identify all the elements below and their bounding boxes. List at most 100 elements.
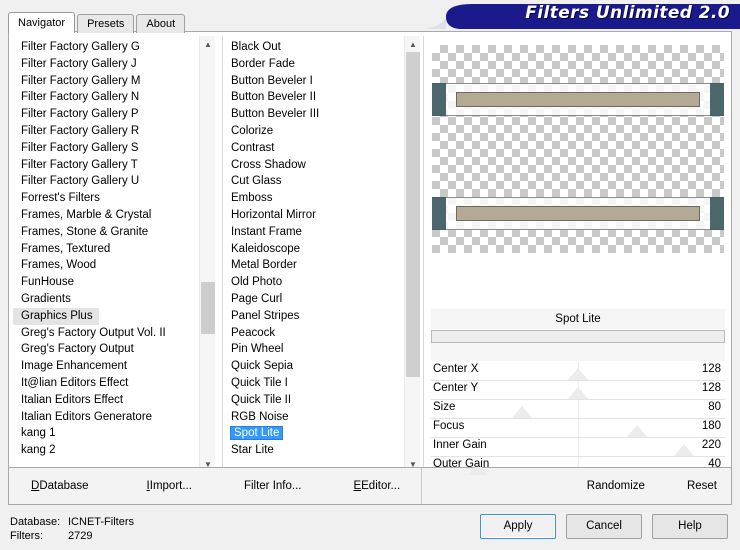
tab-about[interactable]: About — [136, 14, 186, 33]
filter-list-item[interactable]: Black Out — [223, 39, 403, 56]
filter-list-item[interactable]: Button Beveler III — [223, 106, 403, 123]
category-list-item[interactable]: Frames, Wood — [13, 257, 198, 274]
chevron-up-icon[interactable]: ▲ — [405, 36, 420, 52]
slider-thumb[interactable] — [511, 406, 534, 418]
apply-button[interactable]: Apply — [480, 514, 556, 539]
category-list-item[interactable]: FunHouse — [13, 274, 198, 291]
slider-center-tick — [578, 438, 579, 456]
filter-list-scrollbar[interactable]: ▲ ▼ — [404, 36, 420, 472]
category-list-item[interactable]: kang 1 — [13, 425, 198, 442]
reset-button[interactable]: Reset — [687, 480, 717, 492]
category-list-item[interactable]: Italian Editors Effect — [13, 392, 198, 409]
parameter-sliders: Center X 128 Center Y 128 Size 80 Focus 180 Inne… — [431, 362, 725, 476]
filter-list-item[interactable]: Border Fade — [223, 56, 403, 73]
category-list-item[interactable]: Filter Factory Gallery N — [13, 89, 198, 106]
filter-list-item[interactable]: RGB Noise — [223, 409, 403, 426]
randomize-button[interactable]: Randomize — [587, 480, 645, 492]
scrollbar-thumb[interactable] — [201, 282, 215, 334]
filter-list-item[interactable]: Quick Sepia — [223, 358, 403, 375]
filter-list[interactable]: Black Out Border Fade Button Beveler I Butt… — [223, 36, 403, 472]
filter-list-item[interactable]: Metal Border — [223, 257, 403, 274]
category-list-item[interactable]: Forrest's Filters — [13, 190, 198, 207]
filter-list-item[interactable]: Star Lite — [223, 442, 403, 459]
category-list-item[interactable]: Italian Editors Generatore — [13, 409, 198, 426]
category-list-item[interactable]: Image Enhancement — [13, 358, 198, 375]
filter-list-item[interactable]: Spot Lite — [223, 425, 403, 442]
category-list-item-label: Frames, Stone & Granite — [21, 225, 149, 238]
preview-band-cap-right — [710, 83, 724, 116]
help-button[interactable]: Help — [652, 514, 728, 539]
preview-band-top — [432, 83, 724, 116]
category-list-item[interactable]: Filter Factory Gallery R — [13, 123, 198, 140]
database-button[interactable]: DDatabase — [31, 480, 89, 492]
filter-list-item[interactable]: Peacock — [223, 325, 403, 342]
category-list-item[interactable]: Graphics Plus — [13, 307, 99, 325]
category-list-item[interactable]: Filter Factory Gallery U — [13, 173, 198, 190]
category-list-item[interactable]: kang 2 — [13, 442, 198, 459]
chevron-up-icon[interactable]: ▲ — [200, 36, 215, 52]
category-list-item[interactable]: Filter Factory Gallery M — [13, 73, 198, 90]
app-title: Filters Unlimited 2.0 — [525, 3, 730, 23]
filter-list-item[interactable]: Cross Shadow — [223, 157, 403, 174]
category-list-scrollbar[interactable]: ▲ ▼ — [199, 36, 215, 472]
tab-navigator[interactable]: Navigator — [8, 12, 76, 33]
category-list-item-label: Italian Editors Effect — [21, 393, 124, 406]
filter-list-item[interactable]: Old Photo — [223, 274, 403, 291]
filter-list-item[interactable]: Cut Glass — [223, 173, 403, 190]
filter-list-item-label: Button Beveler II — [231, 91, 317, 104]
filters-unlimited-window: Filters Unlimited 2.0 Navigator Presets … — [0, 0, 740, 550]
filter-list-item[interactable]: Contrast — [223, 140, 403, 157]
slider-thumb[interactable] — [567, 368, 589, 380]
category-list-item[interactable]: It@lian Editors Effect — [13, 375, 198, 392]
slider-thumb[interactable] — [672, 444, 695, 456]
slider-label: Size — [433, 401, 456, 413]
category-list-item[interactable]: Filter Factory Gallery P — [13, 106, 198, 123]
slider-row[interactable]: Inner Gain 220 — [431, 438, 725, 457]
filter-list-item[interactable]: Pin Wheel — [223, 341, 403, 358]
filter-list-item[interactable]: Panel Stripes — [223, 308, 403, 325]
filter-list-item[interactable]: Page Curl — [223, 291, 403, 308]
preview-band-bottom — [432, 197, 724, 230]
category-list-item[interactable]: Greg's Factory Output Vol. II — [13, 325, 198, 342]
filter-list-item[interactable]: Button Beveler II — [223, 89, 403, 106]
filter-list-item[interactable]: Instant Frame — [223, 224, 403, 241]
filter-info-button[interactable]: Filter Info... — [244, 480, 302, 492]
category-list[interactable]: Filter Factory Gallery G Filter Factory G… — [13, 36, 198, 472]
category-list-item[interactable]: Greg's Factory Output — [13, 341, 198, 358]
status-info: Database: ICNET-Filters Filters: 2729 — [10, 515, 134, 543]
slider-row[interactable]: Center Y 128 — [431, 381, 725, 400]
filter-list-item[interactable]: Button Beveler I — [223, 73, 403, 90]
slider-thumb[interactable] — [567, 387, 589, 399]
import-button[interactable]: IImport... — [147, 480, 192, 492]
filter-list-item[interactable]: Emboss — [223, 190, 403, 207]
category-list-item[interactable]: Gradients — [13, 291, 198, 308]
category-list-item[interactable]: Frames, Textured — [13, 241, 198, 258]
preview-band-cap-left — [432, 83, 446, 116]
tabstrip: Navigator Presets About — [8, 12, 187, 33]
category-list-item[interactable]: Frames, Marble & Crystal — [13, 207, 198, 224]
filter-list-item[interactable]: Colorize — [223, 123, 403, 140]
filter-list-item[interactable]: Horizontal Mirror — [223, 207, 403, 224]
category-list-item[interactable]: Filter Factory Gallery G — [13, 39, 198, 56]
cancel-button[interactable]: Cancel — [566, 514, 642, 539]
filter-list-item-label: Star Lite — [231, 444, 274, 457]
preset-scroll-track[interactable] — [431, 330, 725, 343]
tab-presets[interactable]: Presets — [77, 14, 135, 33]
slider-row[interactable]: Focus 180 — [431, 419, 725, 438]
filter-list-item[interactable]: Kaleidoscope — [223, 241, 403, 258]
category-list-item[interactable]: Frames, Stone & Granite — [13, 224, 198, 241]
preview-image[interactable] — [432, 45, 724, 253]
editor-button-label: Editor... — [361, 480, 401, 492]
slider-thumb[interactable] — [625, 425, 648, 437]
category-list-item[interactable]: Filter Factory Gallery S — [13, 140, 198, 157]
scrollbar-thumb[interactable] — [406, 52, 420, 377]
category-list-item[interactable]: Filter Factory Gallery T — [13, 157, 198, 174]
filter-list-item[interactable]: Quick Tile I — [223, 375, 403, 392]
category-list-item[interactable]: Filter Factory Gallery J — [13, 56, 198, 73]
filter-list-item[interactable]: Quick Tile II — [223, 392, 403, 409]
filter-list-item-label: Horizontal Mirror — [231, 208, 316, 221]
slider-label: Inner Gain — [433, 439, 487, 451]
slider-row[interactable]: Center X 128 — [431, 362, 725, 381]
editor-button[interactable]: EEditor... — [353, 480, 400, 492]
slider-row[interactable]: Size 80 — [431, 400, 725, 419]
